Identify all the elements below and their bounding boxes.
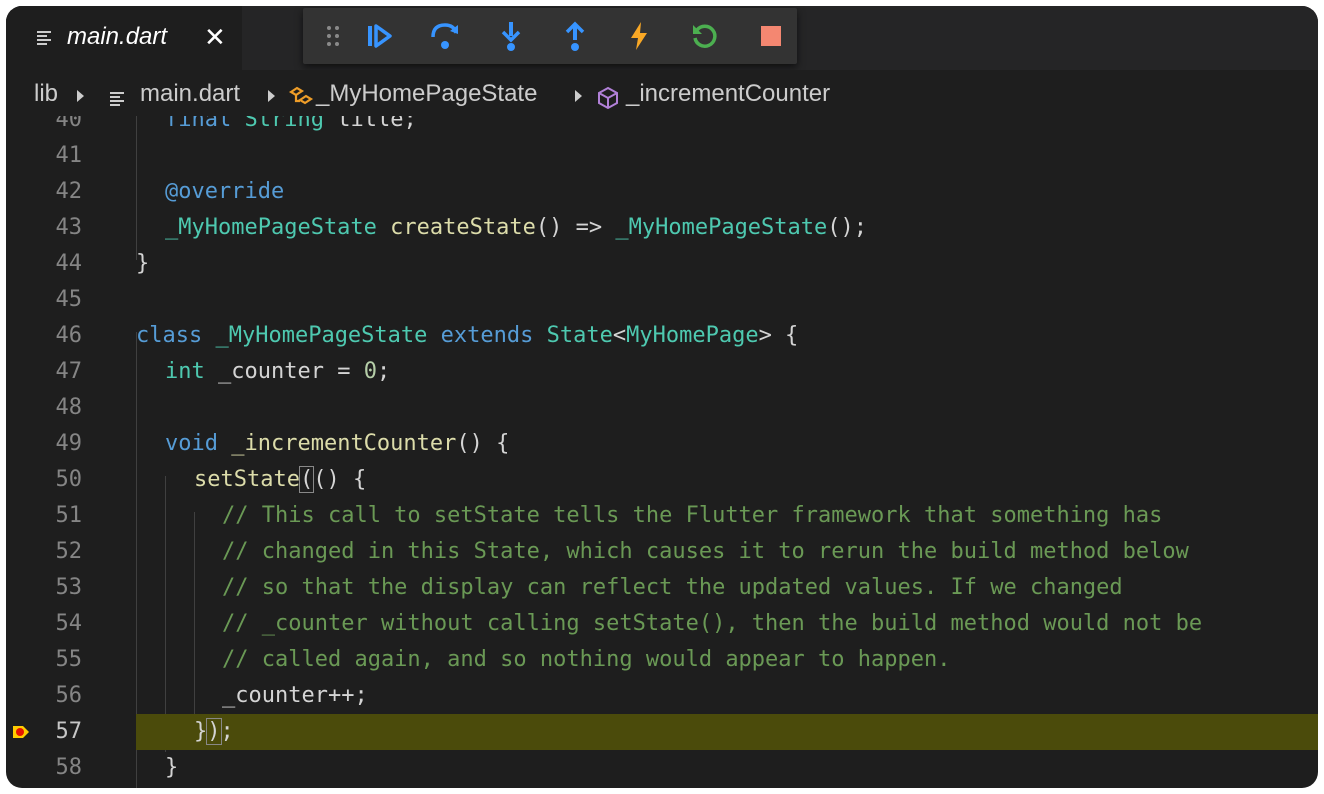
code-line: 48 <box>6 390 1318 426</box>
code-text: final String title; <box>165 116 417 132</box>
drag-handle-icon[interactable] <box>315 18 351 54</box>
line-number: 55 <box>55 647 83 672</box>
chevron-right-icon <box>268 90 275 102</box>
line-number: 40 <box>55 116 83 132</box>
line-number: 48 <box>55 395 83 420</box>
code-line: 51 // This call to setState tells the Fl… <box>6 498 1318 534</box>
code-text: setState(() { <box>194 466 367 493</box>
debug-toolbar <box>303 8 797 64</box>
code-comment: // called again, and so nothing would ap… <box>222 647 951 672</box>
code-line: 49 void _incrementCounter() { <box>6 426 1318 462</box>
current-line: 57 }); <box>6 714 1318 750</box>
line-number: 50 <box>55 467 83 492</box>
line-number: 49 <box>55 431 83 456</box>
restart-icon <box>693 24 717 48</box>
class-icon <box>288 86 314 105</box>
code-line: 42 @override <box>6 174 1318 210</box>
code-text: int _counter = 0; <box>165 359 391 384</box>
code-line: 46 class _MyHomePageState extends State<… <box>6 318 1318 354</box>
chevron-right-icon <box>77 90 84 102</box>
hot-reload-button[interactable] <box>621 18 657 54</box>
tab-main-dart[interactable]: main.dart ✕ <box>6 6 242 70</box>
breadcrumb-file[interactable]: main.dart <box>140 80 240 108</box>
current-line-highlight <box>136 714 1318 750</box>
list-file-icon <box>37 31 51 45</box>
stop-button[interactable] <box>753 18 789 54</box>
breadcrumb: lib main.dart _MyHomePageState _incremen… <box>6 70 1318 116</box>
code-text: }); <box>194 718 234 745</box>
code-text: } <box>136 251 150 276</box>
continue-button[interactable] <box>361 18 397 54</box>
step-out-icon <box>565 21 585 51</box>
code-line: 44 } <box>6 246 1318 282</box>
code-line: 58 } <box>6 750 1318 786</box>
line-number: 53 <box>55 575 83 600</box>
chevron-right-icon <box>575 90 582 102</box>
breadcrumb-method[interactable]: _incrementCounter <box>626 80 830 108</box>
step-over-icon <box>431 23 458 49</box>
stop-icon <box>761 26 781 46</box>
line-number: 43 <box>55 215 83 240</box>
code-line: 52 // changed in this State, which cause… <box>6 534 1318 570</box>
code-line: 41 <box>6 138 1318 174</box>
step-into-button[interactable] <box>493 18 529 54</box>
code-text: @override <box>165 179 285 204</box>
line-number: 58 <box>55 755 83 780</box>
lightning-icon <box>631 22 647 50</box>
code-comment: // _counter without calling setState(), … <box>222 611 1203 636</box>
code-text: void _incrementCounter() { <box>165 431 510 456</box>
method-icon <box>598 86 618 110</box>
code-line: 47 int _counter = 0; <box>6 354 1318 390</box>
line-number: 52 <box>55 539 83 564</box>
code-line: 54 // _counter without calling setState(… <box>6 606 1318 642</box>
code-line: 43 _MyHomePageState createState() => _My… <box>6 210 1318 246</box>
code-line: 55 // called again, and so nothing would… <box>6 642 1318 678</box>
code-comment: // so that the display can reflect the u… <box>222 575 1123 600</box>
code-comment: // This call to setState tells the Flutt… <box>222 503 1163 528</box>
line-number: 45 <box>55 287 83 312</box>
breadcrumb-class[interactable]: _MyHomePageState <box>316 80 537 108</box>
line-number: 51 <box>55 503 83 528</box>
code-line: 53 // so that the display can reflect th… <box>6 570 1318 606</box>
tab-label: main.dart <box>67 23 168 50</box>
code-text: _MyHomePageState createState() => _MyHom… <box>165 215 868 240</box>
line-number: 42 <box>55 179 83 204</box>
code-comment: // changed in this State, which causes i… <box>222 539 1189 564</box>
line-number: 44 <box>55 251 83 276</box>
code-text: _counter++; <box>222 683 368 708</box>
restart-button[interactable] <box>687 18 723 54</box>
list-file-icon <box>110 92 124 106</box>
line-number: 56 <box>55 683 83 708</box>
code-line: 50 setState(() { <box>6 462 1318 498</box>
code-line: 45 <box>6 282 1318 318</box>
code-text: } <box>165 755 179 780</box>
line-number: 54 <box>55 611 83 636</box>
line-number: 47 <box>55 359 83 384</box>
line-number: 41 <box>55 143 83 168</box>
step-into-icon <box>501 22 521 51</box>
code-line: 40 final String title; <box>6 116 1318 138</box>
step-over-button[interactable] <box>427 18 463 54</box>
editor-window: main.dart ✕ lib main.dart _MyHomePageSta… <box>6 6 1318 788</box>
code-line: 56 _counter++; <box>6 678 1318 714</box>
step-out-button[interactable] <box>557 18 593 54</box>
breadcrumb-lib[interactable]: lib <box>34 80 58 108</box>
line-number: 57 <box>55 719 83 744</box>
code-editor[interactable]: 40 final String title; 41 42 @override 4… <box>6 116 1318 788</box>
continue-icon <box>368 24 392 48</box>
close-icon[interactable]: ✕ <box>204 24 226 50</box>
code-text: class _MyHomePageState extends State<MyH… <box>136 323 799 348</box>
line-number: 46 <box>55 323 83 348</box>
